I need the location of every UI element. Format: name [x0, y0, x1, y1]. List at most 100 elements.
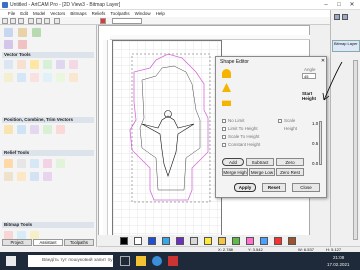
- scale-slider[interactable]: [319, 121, 322, 165]
- extrude-icon[interactable]: [17, 159, 26, 168]
- fade-icon[interactable]: [43, 172, 52, 181]
- menu-edit[interactable]: Edit: [20, 11, 28, 16]
- blend-icon[interactable]: [30, 172, 39, 181]
- transform-icon[interactable]: [32, 28, 41, 37]
- task-view-icon[interactable]: [120, 256, 130, 266]
- group-icon[interactable]: [56, 125, 65, 134]
- spline-icon[interactable]: [69, 73, 78, 82]
- paste-icon[interactable]: [44, 18, 50, 24]
- node-edit-icon[interactable]: [18, 28, 27, 37]
- round-profile-icon[interactable]: [222, 69, 231, 78]
- palette-swatch[interactable]: [274, 237, 282, 245]
- layer-down-icon[interactable]: [342, 14, 348, 20]
- align-icon[interactable]: [4, 125, 13, 134]
- close-window-button[interactable]: ✕: [346, 1, 358, 9]
- bitmap-tools-header[interactable]: Bitmap Tools: [2, 222, 94, 228]
- palette-swatch[interactable]: [176, 237, 184, 245]
- zero-rest-button[interactable]: Zero Rest: [276, 168, 304, 176]
- menu-help[interactable]: Help: [156, 11, 165, 16]
- scale-checkbox[interactable]: [278, 119, 282, 123]
- palette-swatch[interactable]: [190, 237, 198, 245]
- palette-swatch[interactable]: [148, 237, 156, 245]
- texture-icon[interactable]: [4, 172, 13, 181]
- star-icon[interactable]: [69, 60, 78, 69]
- add-button[interactable]: Add: [222, 158, 244, 166]
- smooth-icon[interactable]: [56, 159, 65, 168]
- clock-time[interactable]: 21:08: [333, 255, 344, 260]
- move-icon[interactable]: [4, 40, 13, 49]
- palette-swatch[interactable]: [204, 237, 212, 245]
- fillet-icon[interactable]: [56, 73, 65, 82]
- palette-swatch[interactable]: [218, 237, 226, 245]
- scrollbar[interactable]: [353, 60, 358, 240]
- limit-to-height-radio[interactable]: [222, 127, 226, 131]
- start-button[interactable]: [6, 256, 16, 266]
- trim-icon[interactable]: [30, 125, 39, 134]
- taskbar-search[interactable]: Введіть тут пошуковий запит пу: [28, 255, 113, 267]
- bake-icon[interactable]: [17, 172, 26, 181]
- select-icon[interactable]: [4, 28, 13, 37]
- menu-toolpaths[interactable]: Toolpaths: [110, 11, 129, 16]
- cross-artwork[interactable]: [112, 40, 222, 238]
- position-header[interactable]: Position, Combine, Trim Vectors: [2, 117, 94, 123]
- zoom-icon[interactable]: [54, 18, 60, 24]
- save-icon[interactable]: [18, 18, 24, 24]
- layer-icon[interactable]: [18, 40, 27, 49]
- palette-swatch[interactable]: [120, 237, 128, 245]
- reset-button[interactable]: Reset: [262, 183, 286, 192]
- circle-icon[interactable]: [43, 60, 52, 69]
- menu-window[interactable]: Window: [135, 11, 151, 16]
- palette-swatch[interactable]: [162, 237, 170, 245]
- bitmap-to-vector-icon[interactable]: [4, 60, 13, 69]
- menu-file[interactable]: File: [8, 11, 15, 16]
- relief-tools-header[interactable]: Relief Tools: [2, 150, 94, 156]
- offset-icon[interactable]: [43, 73, 52, 82]
- cut-icon[interactable]: [28, 18, 34, 24]
- color-swatch-icon[interactable]: [100, 18, 106, 24]
- tab-project[interactable]: Project: [2, 239, 32, 246]
- palette-swatch[interactable]: [232, 237, 240, 245]
- zero-button[interactable]: Zero: [276, 158, 304, 166]
- line-icon[interactable]: [112, 18, 142, 24]
- palette-swatch[interactable]: [246, 237, 254, 245]
- text-icon[interactable]: [17, 73, 26, 82]
- spin-icon[interactable]: [30, 159, 39, 168]
- palette-swatch[interactable]: [288, 237, 296, 245]
- merge-low-button[interactable]: Merge Low: [249, 168, 275, 176]
- polyline-icon[interactable]: [17, 60, 26, 69]
- rectangle-icon[interactable]: [30, 60, 39, 69]
- subtract-button[interactable]: Subtract: [246, 158, 274, 166]
- apply-button[interactable]: Apply: [234, 183, 256, 192]
- menu-reliefs[interactable]: Reliefs: [92, 11, 106, 16]
- scale-to-height-radio[interactable]: [222, 135, 226, 139]
- browser-icon[interactable]: [152, 256, 162, 266]
- mirror-icon[interactable]: [43, 125, 52, 134]
- menu-vectors[interactable]: Vectors: [50, 11, 65, 16]
- open-icon[interactable]: [10, 18, 16, 24]
- angle-input[interactable]: 45: [302, 73, 316, 79]
- merge-high-button[interactable]: Merge High: [222, 168, 248, 176]
- clock-date[interactable]: 17.02.2021: [327, 262, 350, 267]
- constant-height-checkbox[interactable]: [222, 143, 226, 147]
- tab-toolpaths[interactable]: Toolpaths: [64, 239, 94, 246]
- explorer-icon[interactable]: [136, 256, 146, 266]
- menu-bitmaps[interactable]: Bitmaps: [70, 11, 86, 16]
- bitmap-layer-label[interactable]: Bitmap Layer: [332, 40, 360, 52]
- tab-assistant[interactable]: Assistant: [33, 239, 63, 246]
- layer-up-icon[interactable]: [334, 14, 340, 20]
- palette-swatch[interactable]: [134, 237, 142, 245]
- vector-tools-header[interactable]: Vector Tools: [2, 52, 94, 58]
- copy-icon[interactable]: [36, 18, 42, 24]
- menu-model[interactable]: Model: [33, 11, 45, 16]
- maximize-button[interactable]: □: [333, 1, 345, 9]
- shape-editor-icon[interactable]: [4, 159, 13, 168]
- minimize-button[interactable]: –: [320, 1, 332, 9]
- plane-profile-icon[interactable]: [222, 100, 231, 106]
- artcam-icon[interactable]: [168, 256, 178, 266]
- weld-icon[interactable]: [17, 125, 26, 134]
- vector-doctor-icon[interactable]: [30, 73, 39, 82]
- no-limit-radio[interactable]: [222, 119, 226, 123]
- palette-swatch[interactable]: [260, 237, 268, 245]
- new-icon[interactable]: [2, 18, 8, 24]
- ellipse-icon[interactable]: [56, 60, 65, 69]
